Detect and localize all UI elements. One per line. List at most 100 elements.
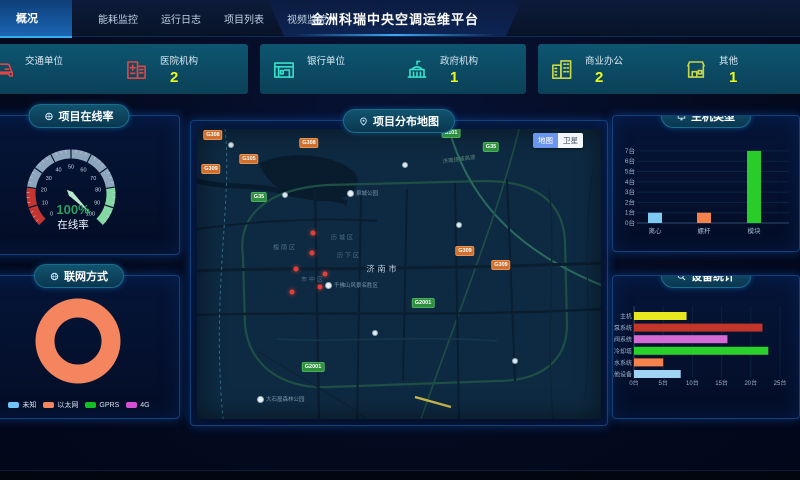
stat-value: 2 <box>160 69 198 86</box>
legend-swatch <box>126 402 137 408</box>
project-dot[interactable] <box>323 272 328 277</box>
stat-item: 政府机构1 <box>393 53 526 86</box>
panel-online-rate: 项目在线率 0102030405060708090100100%在线率 <box>0 115 180 255</box>
map-marker <box>456 222 462 228</box>
panel-title-text: 主机类型 <box>691 115 735 124</box>
stat-item: 交通单位 <box>0 53 113 86</box>
dashboard: 金洲科瑞中央空调运维平台 概况能耗监控运行日志项目列表视频监控 交通单位医院机构… <box>0 0 800 480</box>
office-icon <box>548 55 576 83</box>
stat-card-3: 商业办公2其他1 <box>538 44 800 94</box>
legend-item-GPRS[interactable]: GPRS <box>85 400 119 410</box>
map-type-button-卫星[interactable]: 卫星 <box>558 133 583 148</box>
map-type-toggle: 地图卫星 <box>533 133 583 148</box>
bar-模块 <box>747 151 761 223</box>
tab-1[interactable]: 概况 <box>0 0 72 38</box>
shop-icon <box>682 55 710 83</box>
svg-text:5台: 5台 <box>625 167 635 176</box>
y-axis-label: 主机 <box>620 313 632 321</box>
search-icon <box>677 275 686 281</box>
online-rate-gauge: 0102030405060708090100100%在线率 <box>0 130 179 250</box>
y-axis-label: 水系统 <box>614 359 632 367</box>
project-dot[interactable] <box>318 285 323 290</box>
stat-label: 其他 <box>719 53 738 67</box>
svg-text:0台: 0台 <box>629 379 638 387</box>
globe-icon <box>50 272 59 281</box>
panel-title-text: 项目在线率 <box>59 108 114 124</box>
stat-card-1: 交通单位医院机构2 <box>0 44 248 94</box>
tab-4[interactable]: 项目列表 <box>222 0 266 36</box>
panel-network-mode: 联网方式 未知以太网GPRS4G <box>0 275 180 419</box>
x-axis-label: 离心 <box>649 226 663 235</box>
legend-item-未知[interactable]: 未知 <box>8 400 36 410</box>
poi-千佛山风景名胜区: 千佛山风景名胜区 <box>325 281 378 289</box>
host-type-chart: 0台1台2台3台4台5台6台7台离心螺杆模块 <box>613 138 795 248</box>
road-shield-G309: G309 <box>455 246 474 256</box>
panel-host-type: 主机类型 0台1台2台3台4台5台6台7台离心螺杆模块 <box>612 115 800 252</box>
road-shield-G2001: G2001 <box>302 362 325 372</box>
poi-label: 大石屋森林公园 <box>266 395 305 403</box>
district-label-市中区: 市中区 <box>301 275 325 284</box>
tab-3[interactable]: 运行日志 <box>159 0 203 36</box>
map-marker <box>402 162 408 168</box>
legend-label: GPRS <box>99 402 119 409</box>
svg-text:15台: 15台 <box>715 379 728 387</box>
svg-text:40: 40 <box>55 167 61 173</box>
road-shield-G308: G308 <box>203 130 222 140</box>
legend-item-4G[interactable]: 4G <box>126 400 149 410</box>
poi-dot <box>347 190 354 197</box>
government-icon <box>403 55 431 83</box>
device-stats-chart: 0台5台10台15台20台25台主机泵系统阀系统冷却塔水系统其他设备 <box>613 296 797 414</box>
legend-label: 4G <box>140 402 149 409</box>
svg-text:20: 20 <box>41 188 47 194</box>
svg-text:2台: 2台 <box>625 197 635 206</box>
map-type-button-地图[interactable]: 地图 <box>533 133 558 148</box>
panel-device-stats: 设备统计 0台5台10台15台20台25台主机泵系统阀系统冷却塔水系统其他设备 <box>612 275 800 419</box>
bar-阀系统 <box>634 335 727 343</box>
gauge-value: 100% <box>56 202 90 217</box>
project-dot[interactable] <box>311 231 316 236</box>
panel-title-host-type: 主机类型 <box>661 115 751 128</box>
x-axis-label: 模块 <box>748 226 762 235</box>
x-axis-label: 螺杆 <box>698 226 712 235</box>
svg-text:3台: 3台 <box>625 187 635 196</box>
legend-swatch <box>43 402 54 408</box>
stat-label: 交通单位 <box>25 53 63 67</box>
stat-value <box>307 69 345 86</box>
poi-label: 千佛山风景名胜区 <box>334 281 378 289</box>
panel-title-text: 项目分布地图 <box>373 113 439 129</box>
svg-text:5台: 5台 <box>659 379 668 387</box>
map-canvas[interactable]: G308G308G105G309G309G309G35G35S101G2001G… <box>197 129 601 419</box>
y-axis-label: 冷却塔 <box>614 347 632 355</box>
stat-item: 其他1 <box>672 53 800 86</box>
road-shield-G309: G309 <box>201 164 220 174</box>
district-label-历下区: 历下区 <box>337 251 361 260</box>
svg-text:25台: 25台 <box>774 379 787 387</box>
panel-title-online-rate: 项目在线率 <box>29 104 130 128</box>
bar-螺杆 <box>697 213 711 223</box>
svg-text:0: 0 <box>50 211 53 217</box>
project-dot[interactable] <box>310 251 315 256</box>
road-shield-G2001: G2001 <box>412 298 435 308</box>
bar-泵系统 <box>634 324 762 332</box>
poi-泉城公园: 泉城公园 <box>347 189 378 197</box>
bar-冷却塔 <box>634 347 768 355</box>
tab-2[interactable]: 能耗监控 <box>96 0 140 36</box>
link-icon <box>45 112 54 121</box>
project-dot[interactable] <box>294 267 299 272</box>
project-dot[interactable] <box>290 290 295 295</box>
map-marker <box>228 142 234 148</box>
stat-label: 商业办公 <box>585 53 623 67</box>
legend-item-以太网[interactable]: 以太网 <box>43 400 78 410</box>
district-label-槐荫区: 槐荫区 <box>273 243 297 252</box>
network-legend: 未知 以太网 GPRS 4G <box>0 400 179 410</box>
svg-text:50: 50 <box>68 165 74 171</box>
tab-5[interactable]: 视频监控 <box>285 0 329 36</box>
stat-item: 银行单位 <box>260 53 393 86</box>
y-axis-label: 泵系统 <box>614 324 632 332</box>
legend-label: 以太网 <box>57 400 78 410</box>
legend-label: 未知 <box>22 400 36 410</box>
district-label-历城区: 历城区 <box>331 233 355 242</box>
stat-item: 商业办公2 <box>538 53 672 86</box>
footer-strip <box>0 470 800 480</box>
panel-title-device-stats: 设备统计 <box>661 275 751 288</box>
